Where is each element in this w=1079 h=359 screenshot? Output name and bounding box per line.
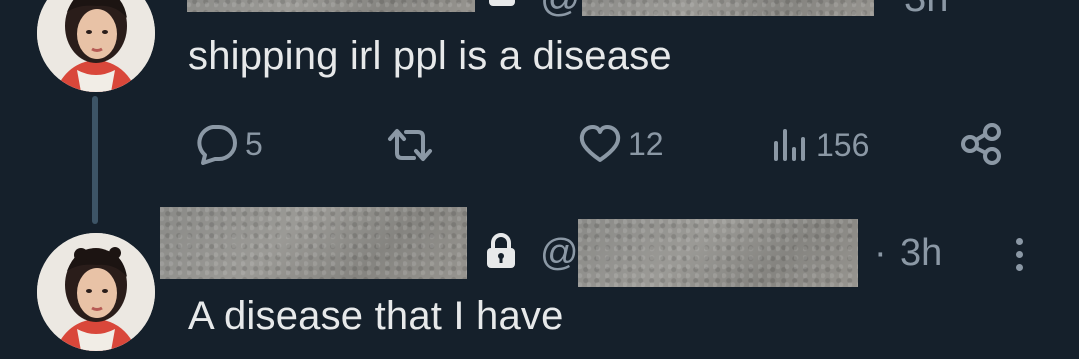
display-name-redacted [160,207,467,279]
more-icon[interactable] [1016,238,1023,271]
retweet-button[interactable] [384,125,442,165]
handle-redacted [582,0,874,16]
avatar[interactable] [37,233,155,351]
like-count: 12 [628,125,664,162]
tweet-text: shipping irl ppl is a disease [188,34,672,78]
tweet-text: A disease that I have [188,294,564,338]
thread-line [92,96,98,224]
views-button[interactable]: 156 [770,125,869,165]
reply-icon [193,123,239,165]
lock-icon [487,0,517,13]
views-icon [770,125,810,165]
avatar[interactable] [37,0,155,92]
handle-prefix: @ [540,0,581,21]
reply-button[interactable]: 5 [193,123,263,165]
share-icon[interactable] [960,122,1004,171]
timestamp[interactable]: 3h [900,232,942,275]
like-button[interactable]: 12 [578,124,664,164]
display-name-redacted [187,0,475,12]
retweet-icon [384,125,436,165]
handle-prefix: @ [540,232,579,274]
handle-redacted [578,219,858,287]
timestamp[interactable]: 3h [904,0,949,21]
reply-count: 5 [245,125,263,162]
separator: · [874,232,887,274]
lock-icon [483,232,519,275]
heart-icon [578,124,622,164]
views-count: 156 [816,126,870,163]
